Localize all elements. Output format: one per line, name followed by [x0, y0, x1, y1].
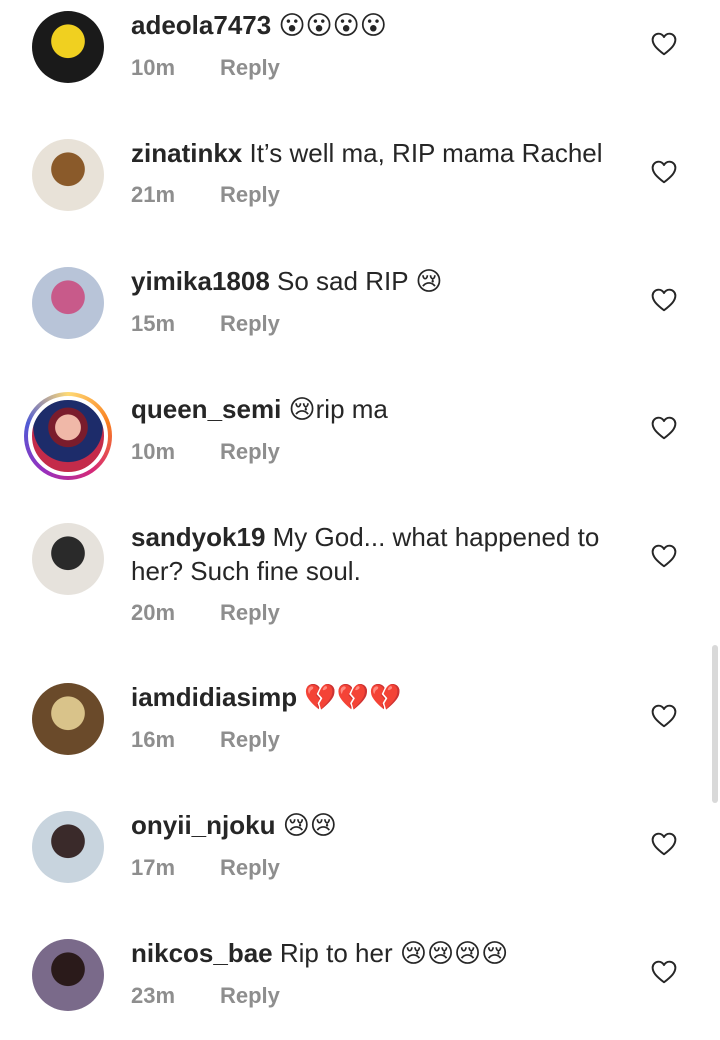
heart-icon[interactable]: [651, 160, 677, 184]
emoji: 😮😮😮😮: [278, 11, 387, 41]
reply-button[interactable]: Reply: [220, 983, 280, 1008]
timestamp: 21m: [131, 182, 176, 207]
comment-body: onyii_njoku 😢😢 17m Reply: [131, 808, 631, 881]
timestamp: 16m: [131, 727, 176, 752]
comment-text-line: onyii_njoku 😢😢: [131, 808, 631, 843]
comment-body: queen_semi 😢rip ma 10m Reply: [131, 392, 631, 465]
avatar[interactable]: [32, 523, 104, 595]
comment-text-line: sandyok19 My God... what happened to her…: [131, 520, 631, 588]
avatar[interactable]: [32, 683, 104, 755]
username[interactable]: adeola7473: [131, 10, 271, 40]
emoji: 😢😢: [282, 811, 337, 841]
comment-meta: 16m Reply: [131, 727, 631, 753]
comment-body: iamdidiasimp 💔💔💔 16m Reply: [131, 680, 631, 753]
reply-button[interactable]: Reply: [220, 855, 280, 880]
avatar[interactable]: [32, 811, 104, 883]
comment-body: zinatinkx It’s well ma, RIP mama Rachel 2…: [131, 136, 631, 208]
comment-body: nikcos_bae Rip to her 😢😢😢😢 23m Reply: [131, 936, 631, 1009]
comment-text-line: queen_semi 😢rip ma: [131, 392, 631, 427]
reply-button[interactable]: Reply: [220, 600, 280, 625]
comment-text-line: zinatinkx It’s well ma, RIP mama Rachel: [131, 136, 631, 170]
comment-text: So sad RIP: [277, 266, 409, 296]
timestamp: 10m: [131, 55, 176, 80]
reply-button[interactable]: Reply: [220, 55, 280, 80]
comment-meta: 21m Reply: [131, 182, 631, 208]
comment-text-line: adeola7473 😮😮😮😮: [131, 8, 631, 43]
heart-icon[interactable]: [651, 704, 677, 728]
emoji: 💔💔💔: [304, 683, 402, 713]
emoji: 😢: [288, 395, 316, 425]
comment-meta: 10m Reply: [131, 439, 631, 465]
emoji: 😢: [415, 267, 443, 297]
comment-text-line: nikcos_bae Rip to her 😢😢😢😢: [131, 936, 631, 971]
comment-body: adeola7473 😮😮😮😮 10m Reply: [131, 8, 631, 81]
heart-icon[interactable]: [651, 32, 677, 56]
comment-meta: 23m Reply: [131, 983, 631, 1009]
timestamp: 23m: [131, 983, 176, 1008]
reply-button[interactable]: Reply: [220, 727, 280, 752]
heart-icon[interactable]: [651, 416, 677, 440]
username[interactable]: nikcos_bae: [131, 938, 273, 968]
comment-text: rip ma: [315, 394, 388, 424]
heart-icon[interactable]: [651, 960, 677, 984]
heart-icon[interactable]: [651, 832, 677, 856]
avatar[interactable]: [32, 267, 104, 339]
timestamp: 15m: [131, 311, 176, 336]
comment-meta: 15m Reply: [131, 311, 631, 337]
scrollbar[interactable]: [712, 645, 718, 803]
comment-meta: 20m Reply: [131, 600, 631, 626]
comment-body: yimika1808 So sad RIP 😢 15m Reply: [131, 264, 631, 337]
comment-text: Rip to her: [279, 938, 393, 968]
comment-text-line: iamdidiasimp 💔💔💔: [131, 680, 631, 715]
heart-icon[interactable]: [651, 544, 677, 568]
avatar[interactable]: [32, 139, 104, 211]
timestamp: 20m: [131, 600, 176, 625]
username[interactable]: queen_semi: [131, 394, 281, 424]
avatar[interactable]: [32, 11, 104, 83]
username[interactable]: sandyok19: [131, 522, 265, 552]
avatar[interactable]: [32, 939, 104, 1011]
comment-text-line: yimika1808 So sad RIP 😢: [131, 264, 631, 299]
reply-button[interactable]: Reply: [220, 439, 280, 464]
comment-meta: 10m Reply: [131, 55, 631, 81]
timestamp: 10m: [131, 439, 176, 464]
comment-meta: 17m Reply: [131, 855, 631, 881]
avatar[interactable]: [24, 392, 112, 480]
reply-button[interactable]: Reply: [220, 311, 280, 336]
username[interactable]: iamdidiasimp: [131, 682, 297, 712]
username[interactable]: yimika1808: [131, 266, 270, 296]
reply-button[interactable]: Reply: [220, 182, 280, 207]
comment-text: It’s well ma, RIP mama Rachel: [249, 138, 603, 168]
username[interactable]: zinatinkx: [131, 138, 242, 168]
heart-icon[interactable]: [651, 288, 677, 312]
emoji: 😢😢😢😢: [399, 939, 509, 969]
comment-body: sandyok19 My God... what happened to her…: [131, 520, 631, 626]
timestamp: 17m: [131, 855, 176, 880]
username[interactable]: onyii_njoku: [131, 810, 275, 840]
